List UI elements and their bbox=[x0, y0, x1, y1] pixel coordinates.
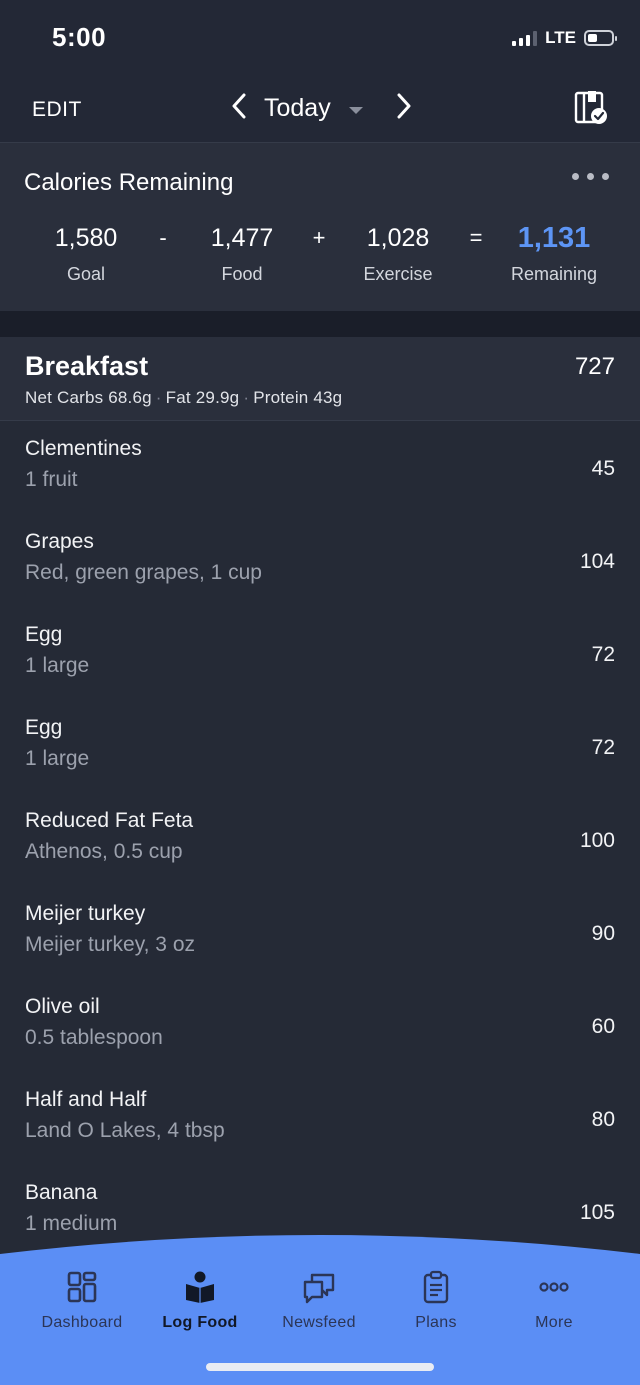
tab-plans[interactable]: Plans bbox=[377, 1270, 495, 1332]
tab-dashboard[interactable]: Dashboard bbox=[23, 1270, 141, 1332]
food-name: Banana bbox=[25, 1181, 98, 1204]
nav-bar: EDIT Today bbox=[0, 78, 640, 143]
food-item[interactable]: Reduced Fat Feta Athenos, 0.5 cup 100 bbox=[0, 793, 640, 886]
food-calories: 104 bbox=[579, 550, 615, 573]
remaining-column: 1,131 Remaining bbox=[484, 223, 624, 285]
food-calories: 60 bbox=[591, 1015, 615, 1038]
goal-column: 1,580 Goal bbox=[16, 223, 156, 285]
remaining-label: Remaining bbox=[510, 264, 598, 284]
food-name: Half and Half bbox=[25, 1088, 147, 1111]
complete-diary-icon[interactable] bbox=[574, 90, 608, 126]
food-value: 1,477 bbox=[210, 224, 274, 252]
food-item[interactable]: Meijer turkey Meijer turkey, 3 oz 90 bbox=[0, 886, 640, 979]
food-item[interactable]: Half and Half Land O Lakes, 4 tbsp 80 bbox=[0, 1072, 640, 1165]
macro-separator: · bbox=[243, 388, 250, 407]
calories-remaining-card[interactable]: Calories Remaining 1,580 Goal - 1,477 Fo… bbox=[0, 143, 640, 311]
food-name: Meijer turkey bbox=[25, 902, 146, 925]
food-list: Clementines 1 fruit 45 Grapes Red, green… bbox=[0, 421, 640, 1258]
goal-value: 1,580 bbox=[54, 224, 118, 252]
dashboard-icon bbox=[67, 1271, 97, 1303]
home-indicator[interactable] bbox=[206, 1363, 434, 1371]
tab-label: Log Food bbox=[162, 1314, 238, 1331]
food-name: Grapes bbox=[25, 530, 94, 553]
food-name: Olive oil bbox=[25, 995, 100, 1018]
exercise-label: Exercise bbox=[363, 264, 433, 284]
plans-icon bbox=[423, 1270, 449, 1304]
more-icon bbox=[539, 1282, 569, 1292]
food-label: Food bbox=[221, 264, 263, 284]
chevron-down-icon[interactable] bbox=[348, 106, 363, 114]
meal-calories: 727 bbox=[574, 353, 615, 380]
food-name: Egg bbox=[25, 623, 63, 646]
newsfeed-icon bbox=[303, 1273, 335, 1304]
signal-icon bbox=[512, 30, 538, 46]
edit-button[interactable]: EDIT bbox=[32, 98, 82, 122]
network-label: LTE bbox=[545, 28, 576, 47]
status-bar: 5:00 LTE bbox=[0, 0, 640, 78]
more-options-icon[interactable] bbox=[572, 173, 609, 180]
food-item[interactable]: Clementines 1 fruit 45 bbox=[0, 421, 640, 514]
food-name: Reduced Fat Feta bbox=[25, 809, 194, 832]
chevron-left-icon bbox=[232, 93, 246, 119]
food-column: 1,477 Food bbox=[172, 223, 312, 285]
food-description: Red, green grapes, 1 cup bbox=[25, 561, 262, 584]
battery-icon bbox=[584, 30, 617, 46]
tab-label: Dashboard bbox=[41, 1314, 123, 1331]
food-calories: 45 bbox=[591, 457, 615, 480]
next-day-button[interactable] bbox=[391, 90, 417, 126]
date-label[interactable]: Today bbox=[264, 94, 331, 123]
tab-log-food[interactable]: Log Food bbox=[141, 1270, 259, 1332]
tab-label: Newsfeed bbox=[282, 1314, 356, 1331]
food-description: Land O Lakes, 4 tbsp bbox=[25, 1119, 225, 1142]
food-description: Meijer turkey, 3 oz bbox=[25, 933, 195, 956]
meal-macros: Net Carbs 68.6g · Fat 29.9g · Protein 43g bbox=[25, 388, 342, 408]
food-description: Athenos, 0.5 cup bbox=[25, 840, 183, 863]
section-divider bbox=[0, 311, 640, 337]
goal-label: Goal bbox=[66, 264, 106, 284]
food-calories: 105 bbox=[579, 1201, 615, 1224]
food-calories: 100 bbox=[579, 829, 615, 852]
tab-label: Plans bbox=[415, 1314, 457, 1331]
food-name: Egg bbox=[25, 716, 63, 739]
fat: Fat 29.9g bbox=[165, 388, 240, 407]
tab-newsfeed[interactable]: Newsfeed bbox=[260, 1270, 378, 1332]
protein: Protein 43g bbox=[253, 388, 343, 407]
status-indicators: LTE bbox=[512, 28, 617, 48]
log-food-icon bbox=[186, 1271, 214, 1303]
exercise-value: 1,028 bbox=[366, 224, 430, 252]
date-navigator: Today bbox=[226, 90, 417, 126]
macro-separator: · bbox=[155, 388, 162, 407]
tab-more[interactable]: More bbox=[495, 1270, 613, 1332]
food-calories: 72 bbox=[591, 643, 615, 666]
food-calories: 80 bbox=[591, 1108, 615, 1131]
exercise-column: 1,028 Exercise bbox=[328, 223, 468, 285]
food-item[interactable]: Grapes Red, green grapes, 1 cup 104 bbox=[0, 514, 640, 607]
food-calories: 72 bbox=[591, 736, 615, 759]
meal-name: Breakfast bbox=[25, 351, 149, 381]
food-name: Clementines bbox=[25, 437, 142, 460]
minus-operator: - bbox=[159, 225, 167, 250]
food-description: 1 large bbox=[25, 654, 90, 677]
calories-title: Calories Remaining bbox=[24, 169, 234, 196]
food-description: 1 large bbox=[25, 747, 90, 770]
equals-operator: = bbox=[469, 225, 483, 250]
meal-header[interactable]: Breakfast 727 Net Carbs 68.6g · Fat 29.9g ·… bbox=[0, 337, 640, 421]
food-calories: 90 bbox=[591, 922, 615, 945]
plus-operator: + bbox=[312, 225, 326, 250]
food-description: 0.5 tablespoon bbox=[25, 1026, 163, 1049]
chevron-right-icon bbox=[397, 93, 411, 119]
tab-label: More bbox=[535, 1314, 573, 1331]
remaining-value: 1,131 bbox=[517, 222, 591, 254]
previous-day-button[interactable] bbox=[226, 90, 252, 126]
food-item[interactable]: Egg 1 large 72 bbox=[0, 607, 640, 700]
food-item[interactable]: Egg 1 large 72 bbox=[0, 700, 640, 793]
food-item[interactable]: Olive oil 0.5 tablespoon 60 bbox=[0, 979, 640, 1072]
food-description: 1 fruit bbox=[25, 468, 78, 491]
net-carbs: Net Carbs 68.6g bbox=[25, 388, 152, 407]
status-time: 5:00 bbox=[52, 22, 107, 52]
